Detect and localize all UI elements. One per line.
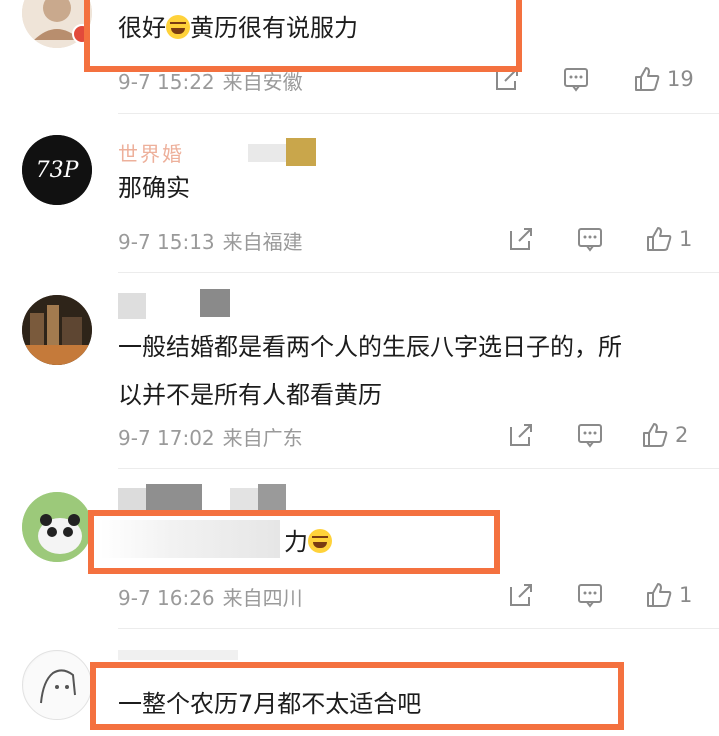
comment-item: 一整个农历7月都不太适合吧 [0,640,719,736]
like-icon [635,67,660,91]
share-button[interactable] [507,420,535,450]
share-button[interactable] [507,224,535,254]
like-button[interactable]: 1 [645,224,692,254]
comment-icon [564,68,588,92]
username-redaction [118,650,238,660]
comment-date: 9-7 17:02 [118,426,215,450]
like-button[interactable]: 2 [641,420,688,450]
highlight-box [90,662,624,730]
comment-item: 很好 黄历很有说服力 9-7 15:22 来自安徽 19 [0,0,719,120]
like-button[interactable]: 19 [633,64,694,94]
comment-location: 来自四川 [222,586,303,610]
divider [118,628,719,629]
comment-icon [578,228,602,252]
comment-text-line: 一般结婚都是看两个人的生辰八字选日子的，所 [118,333,622,361]
badge-redaction [286,138,316,166]
like-count: 2 [675,423,689,447]
comment-date: 9-7 16:26 [118,586,215,610]
comment-button[interactable] [562,64,590,94]
avatar[interactable] [22,295,92,365]
avatar[interactable]: 73P [22,135,92,205]
comment-location: 来自广东 [222,426,303,450]
comment-text: 一般结婚都是看两个人的生辰八字选日子的，所 以并不是所有人都看黄历 [118,323,622,419]
svg-text:73P: 73P [36,158,80,183]
comment-location: 来自安徽 [222,70,303,94]
share-icon [510,228,532,250]
username-redaction [118,293,146,319]
like-button[interactable]: 1 [645,580,692,610]
comment-icon [578,584,602,608]
like-icon [647,227,672,251]
like-icon [643,423,668,447]
comment-meta: 9-7 16:26 来自四川 [118,582,303,611]
comment-date: 9-7 15:22 [118,70,215,94]
like-icon [647,583,672,607]
comment-meta: 9-7 15:13 来自福建 [118,226,303,255]
comment-button[interactable] [576,580,604,610]
username-redaction [200,289,230,317]
divider [118,113,719,114]
share-button[interactable] [507,580,535,610]
comment-icon [578,424,602,448]
username-text: 世界婚 [118,142,184,166]
highlight-box [84,0,522,72]
comment-text: 那确实 [118,174,190,202]
comment-text-line: 以并不是所有人都看黄历 [118,381,382,409]
comment-meta: 9-7 17:02 来自广东 [118,422,303,451]
comment-item: 力 9-7 16:26 来自四川 1 [0,480,719,630]
like-count: 1 [679,583,693,607]
username-redaction [248,144,288,162]
comment-actions: 2 [479,420,719,450]
comment-item: 一般结婚都是看两个人的生辰八字选日子的，所 以并不是所有人都看黄历 9-7 17… [0,285,719,470]
comment-item: 73P 世界婚 那确实 9-7 15:13 来自福建 1 [0,130,719,270]
avatar[interactable] [22,492,92,562]
like-count: 19 [667,67,694,91]
share-icon [510,424,532,446]
divider [118,468,719,469]
comment-date: 9-7 15:13 [118,230,215,254]
comment-location: 来自福建 [222,230,303,254]
comment-actions: 1 [479,224,719,254]
comment-button[interactable] [576,420,604,450]
comment-button[interactable] [576,224,604,254]
comment-actions: 1 [479,580,719,610]
like-count: 1 [679,227,693,251]
avatar[interactable] [22,650,92,720]
share-icon [510,584,532,606]
divider [118,272,719,273]
highlight-box [88,510,500,574]
